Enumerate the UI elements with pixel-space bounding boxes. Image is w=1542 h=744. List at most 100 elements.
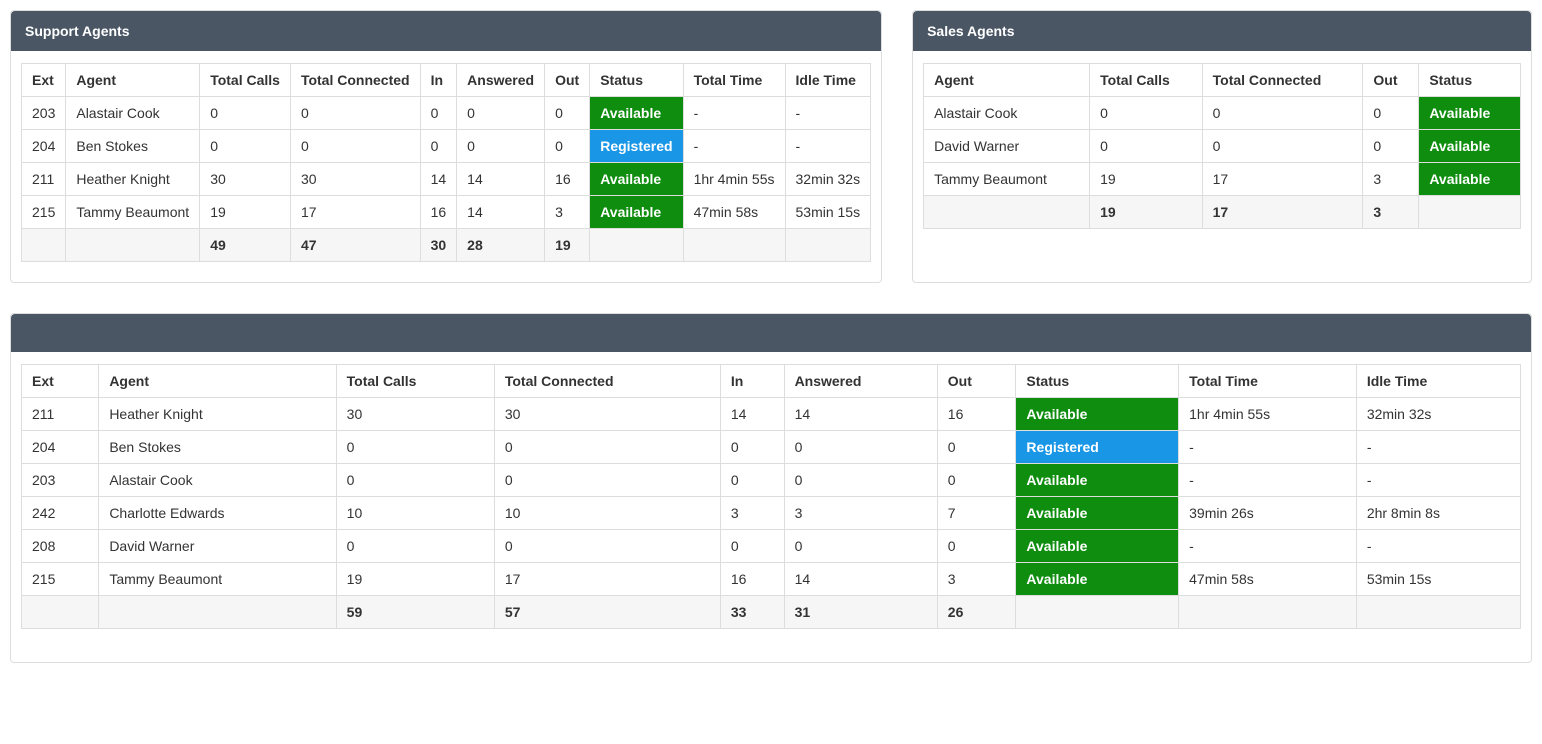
col-idle-time[interactable]: Idle Time [1356, 365, 1520, 398]
col-total-connected[interactable]: Total Connected [290, 64, 420, 97]
table-row[interactable]: Alastair Cook000Available [924, 97, 1521, 130]
cell-agent: Heather Knight [99, 398, 336, 431]
all-header-row: Ext Agent Total Calls Total Connected In… [22, 365, 1521, 398]
table-row[interactable]: 215Tammy Beaumont191716143Available47min… [22, 563, 1521, 596]
cell-status [1016, 596, 1179, 629]
col-idle-time[interactable]: Idle Time [785, 64, 871, 97]
table-row[interactable]: 211Heather Knight3030141416Available1hr … [22, 398, 1521, 431]
table-row[interactable]: 242Charlotte Edwards1010337Available39mi… [22, 497, 1521, 530]
support-agents-body: Ext Agent Total Calls Total Connected In… [11, 51, 881, 282]
col-agent[interactable]: Agent [924, 64, 1090, 97]
cell-total-time: - [1179, 464, 1357, 497]
col-agent[interactable]: Agent [66, 64, 200, 97]
cell-idle-time: - [785, 130, 871, 163]
col-out[interactable]: Out [937, 365, 1016, 398]
col-ext[interactable]: Ext [22, 365, 99, 398]
table-row[interactable]: 204Ben Stokes00000Registered-- [22, 130, 871, 163]
cell-in: 0 [420, 130, 457, 163]
cell-in: 0 [720, 464, 784, 497]
col-answered[interactable]: Answered [784, 365, 937, 398]
cell-answered: 0 [784, 530, 937, 563]
sales-agents-table: Agent Total Calls Total Connected Out St… [923, 63, 1521, 229]
status-badge: Registered [590, 130, 682, 162]
cell-out: 19 [545, 229, 590, 262]
cell-answered: 0 [457, 130, 545, 163]
cell-in: 0 [720, 431, 784, 464]
cell-total-time: 39min 26s [1179, 497, 1357, 530]
cell-total-connected: 10 [494, 497, 720, 530]
col-status[interactable]: Status [1419, 64, 1521, 97]
cell-agent: David Warner [924, 130, 1090, 163]
cell-idle-time: - [1356, 464, 1520, 497]
table-row[interactable]: David Warner000Available [924, 130, 1521, 163]
cell-agent: Ben Stokes [66, 130, 200, 163]
col-total-connected[interactable]: Total Connected [494, 365, 720, 398]
col-status[interactable]: Status [1016, 365, 1179, 398]
col-total-calls[interactable]: Total Calls [1090, 64, 1203, 97]
cell-answered: 0 [784, 431, 937, 464]
status-badge: Available [1016, 563, 1178, 595]
table-row[interactable]: Tammy Beaumont19173Available [924, 163, 1521, 196]
cell-out: 3 [937, 563, 1016, 596]
support-header-row: Ext Agent Total Calls Total Connected In… [22, 64, 871, 97]
status-cell: Available [1419, 130, 1521, 163]
col-answered[interactable]: Answered [457, 64, 545, 97]
cell-out: 0 [937, 464, 1016, 497]
col-total-time[interactable]: Total Time [683, 64, 785, 97]
cell-total-calls: 19 [336, 563, 494, 596]
cell-in: 16 [420, 196, 457, 229]
cell-total-connected: 30 [290, 163, 420, 196]
cell-total-calls: 19 [1090, 163, 1203, 196]
status-cell: Available [1419, 97, 1521, 130]
cell-agent: Tammy Beaumont [99, 563, 336, 596]
cell-idle-time: 32min 32s [785, 163, 871, 196]
cell-out: 3 [545, 196, 590, 229]
col-status[interactable]: Status [590, 64, 683, 97]
table-row[interactable]: 211Heather Knight3030141416Available1hr … [22, 163, 871, 196]
table-row[interactable]: 208David Warner00000Available-- [22, 530, 1521, 563]
table-row[interactable]: 203Alastair Cook00000Available-- [22, 97, 871, 130]
status-badge: Available [590, 163, 682, 195]
col-total-time[interactable]: Total Time [1179, 365, 1357, 398]
col-total-calls[interactable]: Total Calls [200, 64, 291, 97]
status-badge: Available [1419, 130, 1520, 162]
col-agent[interactable]: Agent [99, 365, 336, 398]
cell-ext: 215 [22, 563, 99, 596]
cell-answered: 28 [457, 229, 545, 262]
cell-idle-time: - [1356, 530, 1520, 563]
cell-ext: 211 [22, 163, 66, 196]
col-out[interactable]: Out [545, 64, 590, 97]
cell-out: 3 [1363, 163, 1419, 196]
table-row[interactable]: 204Ben Stokes00000Registered-- [22, 431, 1521, 464]
cell-answered: 31 [784, 596, 937, 629]
cell-ext [22, 229, 66, 262]
status-badge: Available [1016, 530, 1178, 562]
cell-out: 26 [937, 596, 1016, 629]
cell-status [1419, 196, 1521, 229]
all-agents-table: Ext Agent Total Calls Total Connected In… [21, 364, 1521, 629]
cell-agent: Tammy Beaumont [924, 163, 1090, 196]
cell-answered: 0 [457, 97, 545, 130]
col-in[interactable]: In [720, 365, 784, 398]
table-row[interactable]: 203Alastair Cook00000Available-- [22, 464, 1521, 497]
cell-answered: 14 [457, 163, 545, 196]
cell-agent: David Warner [99, 530, 336, 563]
col-out[interactable]: Out [1363, 64, 1419, 97]
cell-out: 16 [937, 398, 1016, 431]
cell-total-connected: 47 [290, 229, 420, 262]
status-cell: Available [1016, 398, 1179, 431]
cell-out: 0 [937, 431, 1016, 464]
col-total-connected[interactable]: Total Connected [1202, 64, 1363, 97]
cell-total-time: 1hr 4min 55s [683, 163, 785, 196]
cell-total-time: - [683, 97, 785, 130]
cell-total-calls: 0 [336, 530, 494, 563]
col-in[interactable]: In [420, 64, 457, 97]
cell-total-connected: 17 [1202, 163, 1363, 196]
table-row[interactable]: 215Tammy Beaumont191716143Available47min… [22, 196, 871, 229]
totals-row: 19173 [924, 196, 1521, 229]
cell-in: 3 [720, 497, 784, 530]
col-ext[interactable]: Ext [22, 64, 66, 97]
cell-total-time: - [683, 130, 785, 163]
cell-idle-time [785, 229, 871, 262]
col-total-calls[interactable]: Total Calls [336, 365, 494, 398]
